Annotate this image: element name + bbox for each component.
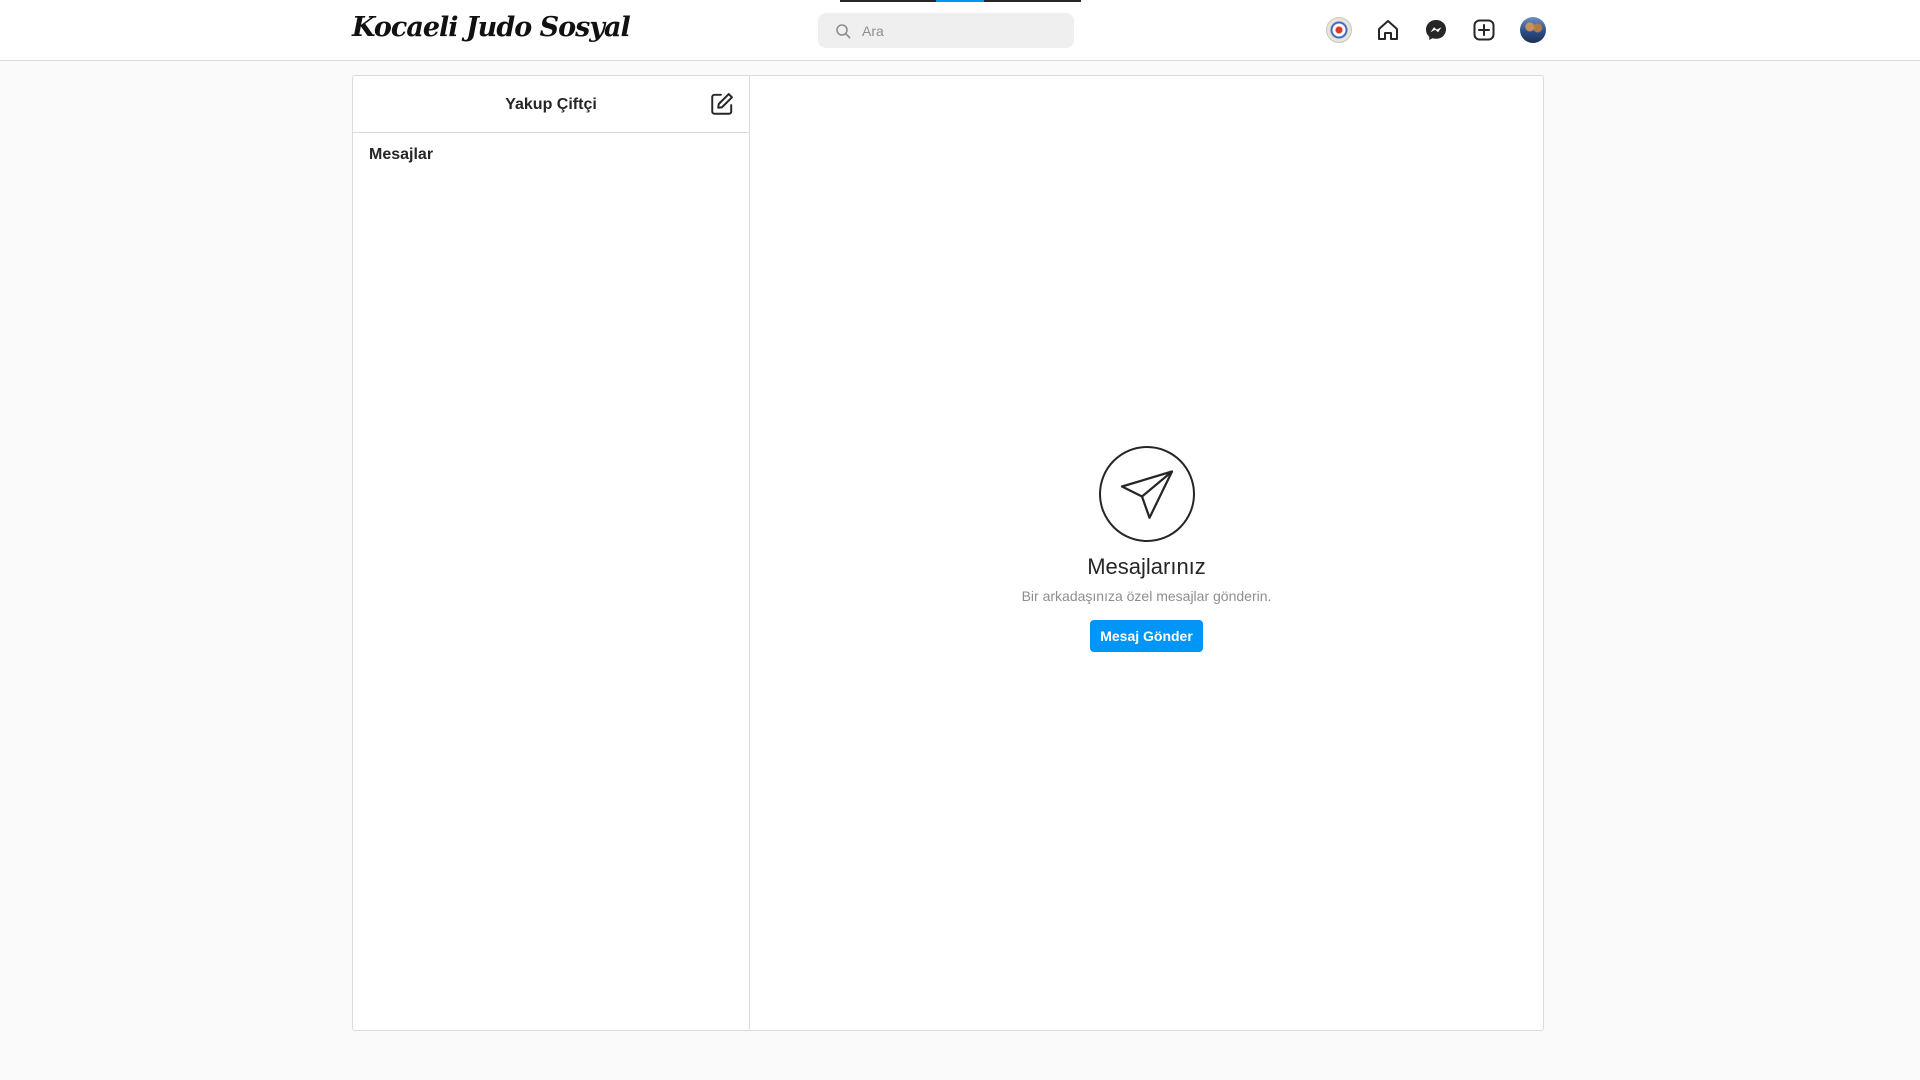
- send-message-button[interactable]: Mesaj Gönder: [1090, 620, 1203, 652]
- compose-message-icon[interactable]: [709, 91, 735, 117]
- profile-avatar[interactable]: [1520, 17, 1546, 43]
- search-input[interactable]: [862, 13, 1062, 48]
- empty-state-subtitle: Bir arkadaşınıza özel mesajlar gönderin.: [1021, 588, 1272, 604]
- messages-section-label: Mesajlar: [369, 146, 434, 163]
- home-icon[interactable]: [1374, 16, 1402, 44]
- new-post-icon[interactable]: [1470, 16, 1498, 44]
- loading-progress-indicator: [936, 0, 984, 2]
- empty-messages-state: Mesajlarınız Bir arkadaşınıza özel mesaj…: [750, 446, 1543, 652]
- search-box[interactable]: [818, 13, 1074, 48]
- conversation-list-pane: Yakup Çiftçi Mesajlar: [353, 76, 750, 1030]
- conversation-pane: Mesajlarınız Bir arkadaşınıza özel mesaj…: [750, 76, 1543, 1030]
- inbox-header: Yakup Çiftçi: [353, 76, 749, 133]
- account-username[interactable]: Yakup Çiftçi: [353, 76, 749, 133]
- top-navbar: Kocaeli Judo Sosyal: [0, 0, 1920, 61]
- club-emblem-icon[interactable]: [1326, 17, 1352, 43]
- empty-state-title: Mesajlarınız: [1087, 554, 1206, 579]
- loading-progress-bar: [840, 0, 1081, 2]
- messenger-icon[interactable]: [1422, 16, 1450, 44]
- site-logo[interactable]: Kocaeli Judo Sosyal: [352, 12, 631, 43]
- paper-plane-icon: [1098, 446, 1195, 542]
- search-icon: [836, 24, 851, 39]
- inbox-card: Yakup Çiftçi Mesajlar Mesajlarınız Bir a…: [352, 75, 1544, 1031]
